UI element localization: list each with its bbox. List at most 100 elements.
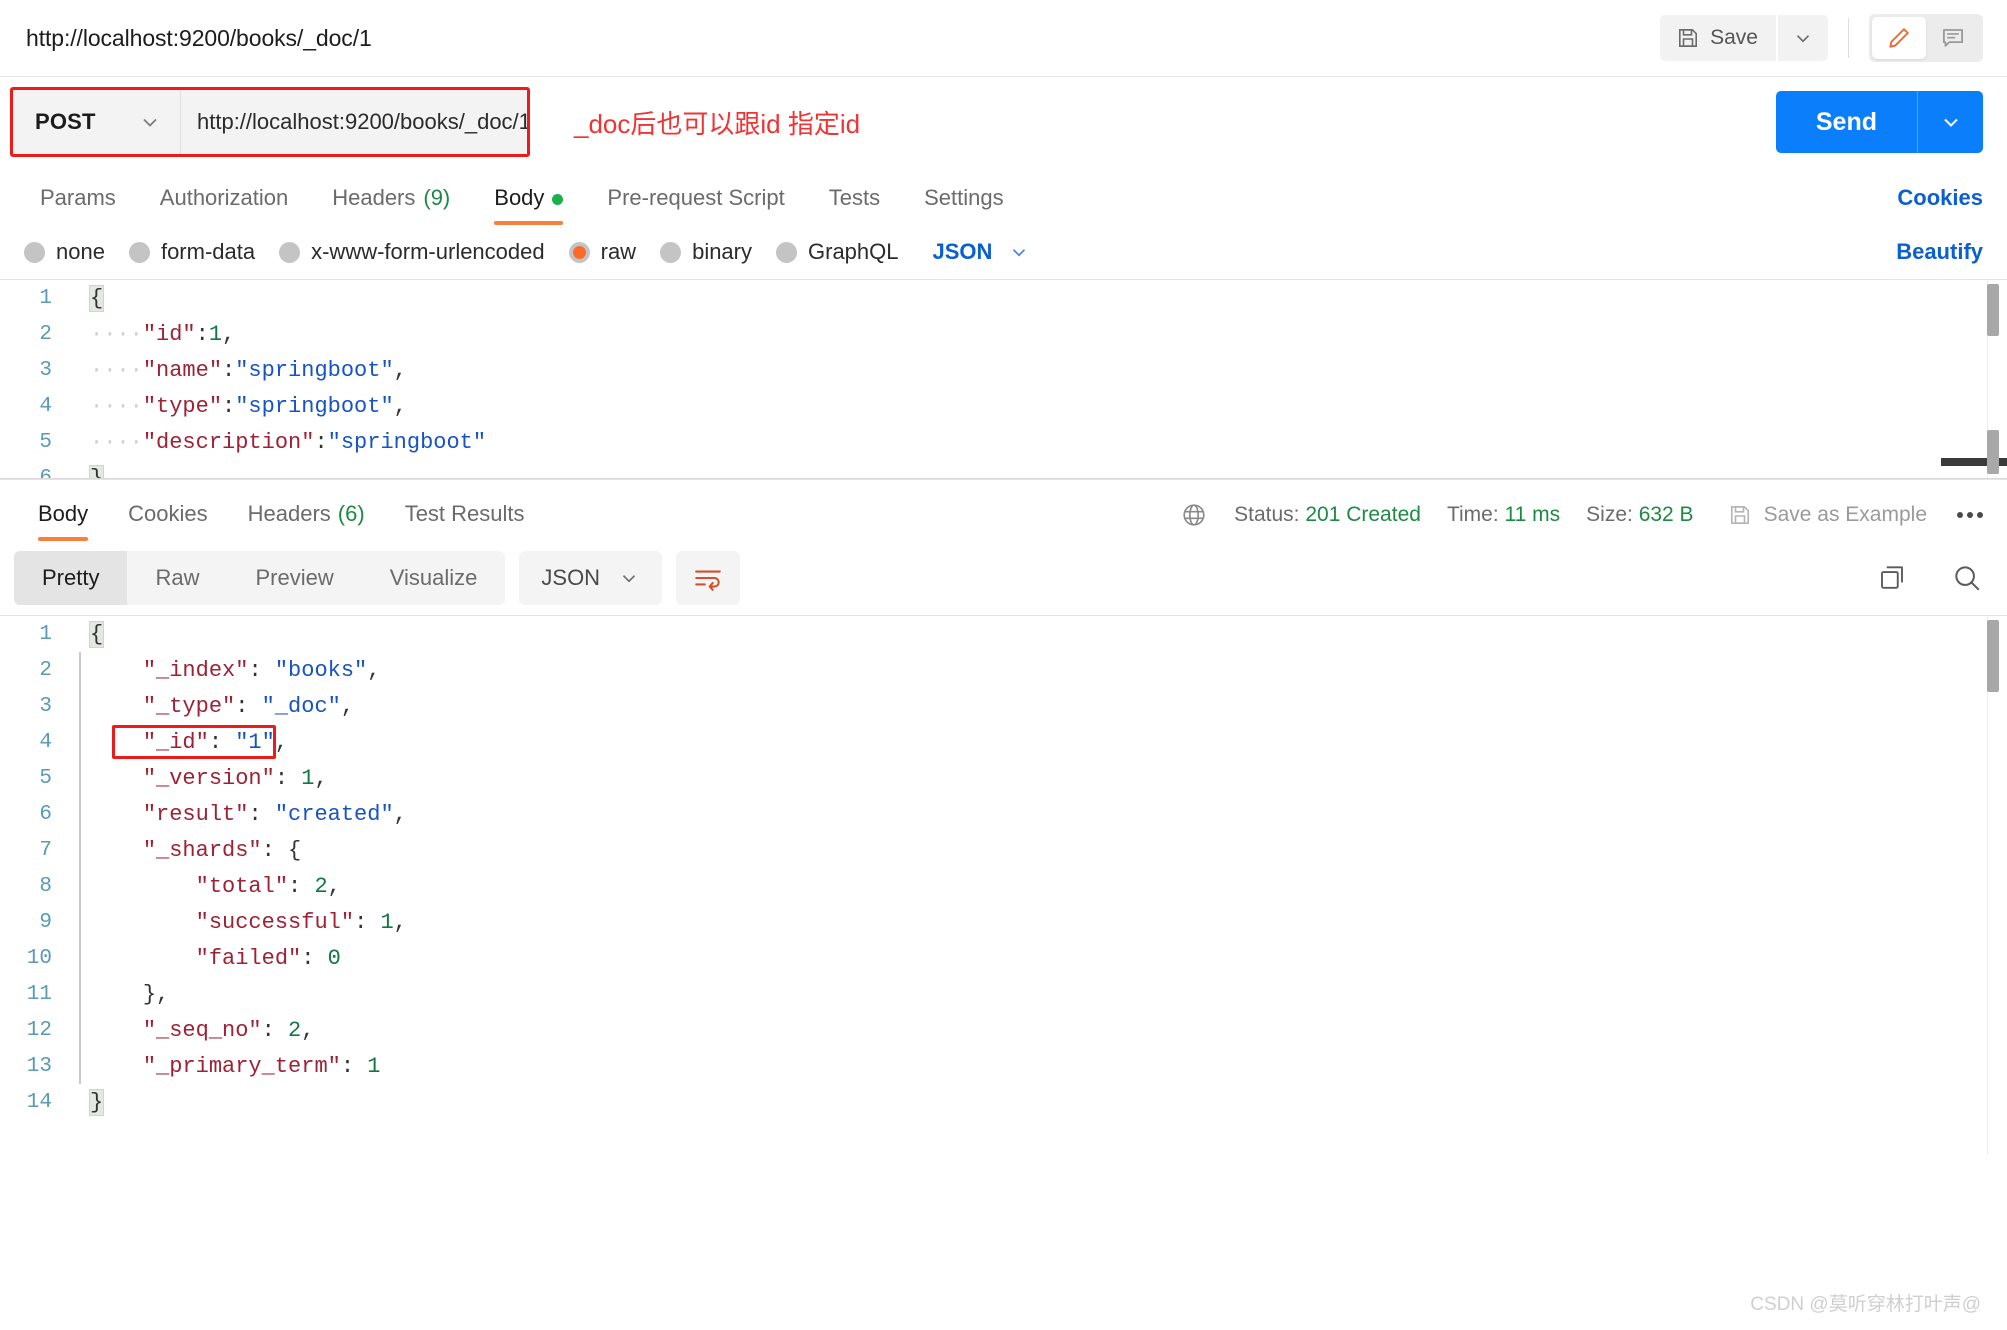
- response-tab-cookies[interactable]: Cookies: [108, 501, 227, 541]
- response-tab-label: Test Results: [404, 501, 525, 526]
- fold-guide: [70, 1084, 90, 1120]
- search-response-button[interactable]: [1951, 562, 1983, 594]
- response-body-editor[interactable]: 1{2 "_index": "books", 3 "_type": "_doc",…: [0, 615, 2007, 1155]
- tab-settings[interactable]: Settings: [902, 185, 1026, 225]
- fold-guide: [70, 616, 90, 652]
- line-number: 1: [39, 286, 52, 310]
- response-headers-count: (6): [337, 501, 365, 526]
- request-body-format-select[interactable]: JSON: [933, 239, 1031, 265]
- response-view-raw[interactable]: Raw: [127, 551, 227, 605]
- chevron-down-icon: [618, 567, 640, 589]
- line-number: 5: [39, 766, 52, 790]
- response-tab-test-results[interactable]: Test Results: [385, 501, 545, 541]
- body-type-raw[interactable]: raw: [563, 239, 654, 265]
- save-as-example-button[interactable]: Save as Example: [1728, 503, 1927, 527]
- body-type-graphql[interactable]: GraphQL: [770, 239, 917, 265]
- view-toggle-group: [1869, 14, 1983, 62]
- fold-guide: [70, 832, 90, 868]
- url-input[interactable]: http://localhost:9200/books/_doc/1: [181, 90, 527, 154]
- top-bar-actions: Save: [1660, 14, 1983, 62]
- body-type-x-www-form-urlencoded[interactable]: x-www-form-urlencoded: [273, 239, 563, 265]
- tab-label: Authorization: [159, 185, 289, 210]
- radio-icon: [660, 241, 682, 263]
- copy-icon: [1877, 563, 1907, 593]
- method-url-highlight-box: POST http://localhost:9200/books/_doc/1: [10, 87, 530, 157]
- comments-button[interactable]: [1926, 17, 1980, 59]
- save-button[interactable]: Save: [1660, 15, 1776, 61]
- code-text: "_type": "_doc",: [142, 693, 355, 719]
- code-text: "successful": 1,: [195, 909, 407, 935]
- fold-guide: [70, 460, 90, 478]
- line-number: 6: [39, 466, 52, 479]
- code-line: 13 "_primary_term": 1: [0, 1048, 2007, 1084]
- body-type-none[interactable]: none: [18, 239, 123, 265]
- code-line: 5 "_version": 1,: [0, 760, 2007, 796]
- tab-authorization[interactable]: Authorization: [138, 185, 310, 225]
- line-number: 6: [39, 802, 52, 826]
- size-value: 632 B: [1638, 503, 1694, 526]
- line-number: 4: [39, 394, 52, 418]
- response-editor-scroll-track[interactable]: [1987, 616, 1999, 1155]
- body-type-binary[interactable]: binary: [654, 239, 770, 265]
- wrap-text-button[interactable]: [676, 551, 741, 605]
- tab-body[interactable]: Body: [472, 185, 585, 225]
- code-line: 5 ····"description":"springboot": [0, 424, 2007, 460]
- tab-params[interactable]: Params: [18, 185, 138, 225]
- send-button[interactable]: Send: [1775, 91, 1917, 153]
- request-editor-scrollbar-thumb[interactable]: [1987, 284, 1999, 336]
- chevron-down-icon: [1008, 241, 1030, 263]
- response-tab-label: Cookies: [128, 501, 208, 526]
- code-line: 3 "_type": "_doc",: [0, 688, 2007, 724]
- tab-tests[interactable]: Tests: [807, 185, 902, 225]
- save-options-caret-button[interactable]: [1778, 15, 1828, 61]
- copy-response-button[interactable]: [1877, 563, 1907, 593]
- code-text: "_id": "1",: [142, 729, 289, 755]
- request-body-editor[interactable]: 1{2 ····"id":1, 3 ····"name":"springboot", 4…: [0, 279, 2007, 479]
- code-text: ····"type":"springboot",: [90, 393, 407, 419]
- url-annotation-text: _doc后也可以跟id 指定id: [574, 108, 861, 139]
- response-view-preview[interactable]: Preview: [227, 551, 361, 605]
- code-text: }: [88, 1088, 105, 1116]
- cookies-link[interactable]: Cookies: [1897, 185, 1983, 225]
- line-number: 12: [26, 1018, 52, 1042]
- code-text: "result": "created",: [142, 801, 407, 827]
- code-text: "failed": 0: [195, 945, 341, 971]
- top-bar: http://localhost:9200/books/_doc/1 Save: [0, 0, 2007, 77]
- response-format-label: JSON: [541, 565, 601, 590]
- response-tab-headers[interactable]: Headers (6): [228, 501, 385, 541]
- fold-guide: [70, 388, 90, 424]
- response-view-pretty[interactable]: Pretty: [14, 551, 128, 605]
- response-format-select[interactable]: JSON: [519, 551, 663, 605]
- body-type-form-data[interactable]: form-data: [123, 239, 273, 265]
- code-line: 12 "_seq_no": 2,: [0, 1012, 2007, 1048]
- fold-guide: [70, 976, 90, 1012]
- tab-headers[interactable]: Headers (9): [310, 185, 472, 225]
- request-editor-scrollbar-thumb-lower[interactable]: [1987, 430, 1999, 474]
- line-number: 11: [26, 982, 52, 1006]
- response-tab-body[interactable]: Body: [18, 501, 108, 541]
- ellipsis-icon[interactable]: [1957, 512, 1983, 518]
- code-line: 7 "_shards": {: [0, 832, 2007, 868]
- url-input-value: http://localhost:9200/books/_doc/1: [197, 109, 527, 134]
- tab-label: Pre-request Script: [607, 185, 785, 210]
- tab-pre-request-script[interactable]: Pre-request Script: [585, 185, 806, 225]
- edit-mode-button[interactable]: [1872, 17, 1926, 59]
- code-line: 9 "successful": 1,: [0, 904, 2007, 940]
- send-options-caret-button[interactable]: [1917, 91, 1983, 153]
- line-number: 2: [39, 658, 52, 682]
- code-line: 1{: [0, 616, 2007, 652]
- code-line: 3 ····"name":"springboot",: [0, 352, 2007, 388]
- body-type-row: none form-data x-www-form-urlencoded raw…: [0, 225, 2007, 279]
- code-line: 14}: [0, 1084, 2007, 1120]
- time-value: 11 ms: [1504, 503, 1561, 526]
- body-type-label: raw: [600, 239, 637, 264]
- beautify-link[interactable]: Beautify: [1896, 239, 1983, 265]
- fold-guide: [70, 316, 90, 352]
- response-editor-scrollbar-thumb[interactable]: [1987, 620, 1999, 692]
- tab-headers-count: (9): [423, 185, 451, 210]
- radio-icon: [776, 241, 797, 263]
- response-view-visualize[interactable]: Visualize: [362, 551, 506, 605]
- fold-guide: [70, 904, 90, 940]
- http-method-select[interactable]: POST: [13, 90, 181, 154]
- line-number: 8: [39, 874, 52, 898]
